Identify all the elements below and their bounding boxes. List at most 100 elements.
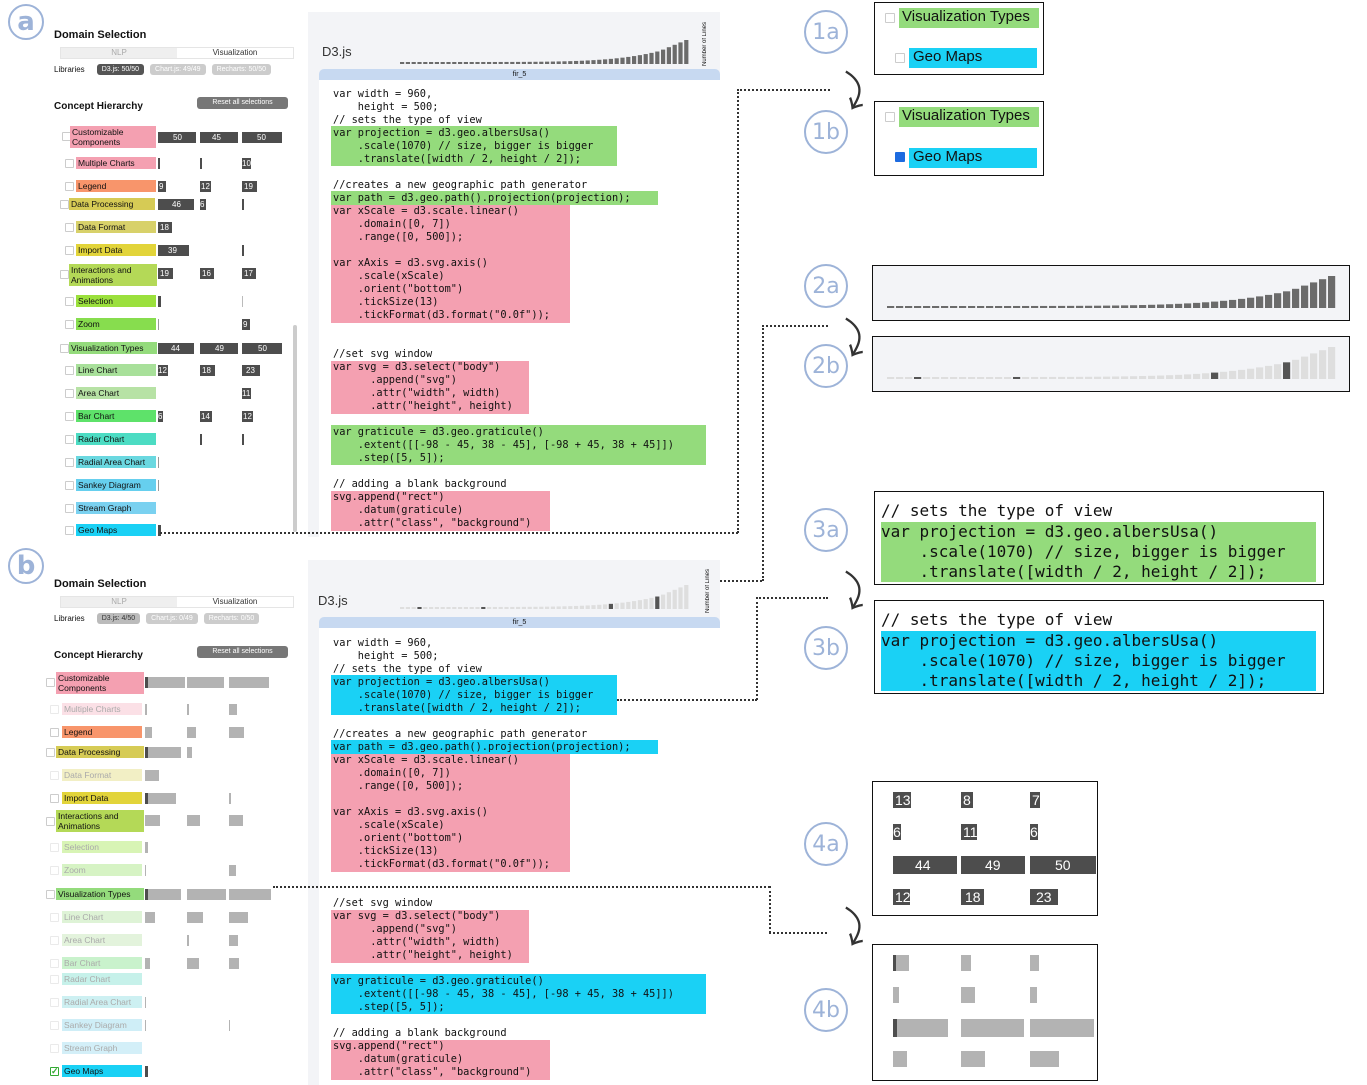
concept-radial-area-chart[interactable]: Radial Area Chart bbox=[62, 996, 142, 1008]
checkbox-multiple-charts[interactable] bbox=[65, 159, 74, 168]
lib-chartjs-pill[interactable]: Chart.js: 0/49 bbox=[146, 613, 198, 624]
histogram-bar bbox=[1067, 305, 1075, 308]
concept-legend[interactable]: Legend bbox=[62, 726, 142, 738]
concept-stream-graph[interactable]: Stream Graph bbox=[62, 1042, 142, 1054]
checkbox-selection[interactable] bbox=[65, 297, 74, 306]
tab-visualization[interactable]: Visualization bbox=[177, 597, 293, 607]
checkbox-data-format[interactable] bbox=[50, 771, 59, 780]
concept-visualization-types[interactable]: Visualization Types bbox=[56, 888, 144, 900]
checkbox-geo-maps-checked[interactable]: ✓ bbox=[50, 1067, 59, 1076]
lib-recharts-pill[interactable]: Recharts: 0/50 bbox=[203, 613, 260, 624]
checkbox-visualization-types[interactable] bbox=[60, 344, 69, 353]
concept-sankey-diagram[interactable]: Sankey Diagram bbox=[76, 479, 156, 491]
checkbox-checked[interactable] bbox=[895, 152, 905, 162]
checkbox-visualization-types[interactable] bbox=[46, 890, 55, 899]
checkbox-data-processing[interactable] bbox=[60, 200, 69, 209]
concept-interactions-animations[interactable]: Interactions and Animations bbox=[69, 264, 157, 286]
file-tab-a[interactable]: fir_5 bbox=[319, 69, 720, 80]
lib-recharts-pill[interactable]: Recharts: 50/50 bbox=[211, 64, 271, 75]
count-bar bbox=[242, 434, 244, 445]
histogram-bar bbox=[487, 61, 492, 64]
checkbox-radar-chart[interactable] bbox=[65, 435, 74, 444]
concept-customizable-components[interactable]: Customizable Components bbox=[56, 672, 144, 694]
checkbox-legend[interactable] bbox=[65, 182, 74, 191]
lib-chartjs-pill[interactable]: Chart.js: 49/49 bbox=[150, 64, 206, 75]
concept-selection[interactable]: Selection bbox=[76, 295, 156, 307]
concept-sankey-diagram[interactable]: Sankey Diagram bbox=[62, 1019, 142, 1031]
concept-radial-area-chart[interactable]: Radial Area Chart bbox=[76, 456, 156, 468]
checkbox-sankey[interactable] bbox=[65, 481, 74, 490]
match-bar bbox=[893, 955, 896, 971]
histogram-bar bbox=[405, 62, 410, 64]
concept-import-data[interactable]: Import Data bbox=[76, 244, 156, 256]
checkbox-legend[interactable] bbox=[50, 728, 59, 737]
checkbox-customizable[interactable] bbox=[46, 678, 55, 687]
checkbox-import-data[interactable] bbox=[50, 794, 59, 803]
checkbox-radial-area-chart[interactable] bbox=[65, 458, 74, 467]
concept-zoom[interactable]: Zoom bbox=[76, 318, 156, 330]
concept-data-format[interactable]: Data Format bbox=[62, 769, 142, 781]
concept-radar-chart[interactable]: Radar Chart bbox=[76, 433, 156, 445]
concept-data-processing[interactable]: Data Processing bbox=[69, 198, 155, 210]
concept-geo-maps[interactable]: Geo Maps bbox=[62, 1065, 142, 1077]
checkbox-interactions[interactable] bbox=[60, 270, 69, 279]
checkbox-sankey[interactable] bbox=[50, 1021, 59, 1030]
tab-visualization[interactable]: Visualization bbox=[177, 48, 293, 58]
checkbox-line-chart[interactable] bbox=[65, 366, 74, 375]
concept-multiple-charts[interactable]: Multiple Charts bbox=[62, 703, 142, 715]
concept-radar-chart[interactable]: Radar Chart bbox=[62, 973, 142, 985]
checkbox-stream-graph[interactable] bbox=[65, 504, 74, 513]
concept-line-chart[interactable]: Line Chart bbox=[62, 911, 142, 923]
checkbox-bar-chart[interactable] bbox=[50, 959, 59, 968]
concept-data-format[interactable]: Data Format bbox=[76, 221, 156, 233]
checkbox[interactable] bbox=[885, 13, 895, 23]
concept-interactions-animations[interactable]: Interactions and Animations bbox=[56, 810, 144, 832]
concept-bar-chart[interactable]: Bar Chart bbox=[76, 410, 156, 422]
concept-area-chart[interactable]: Area Chart bbox=[76, 387, 156, 399]
concept-customizable-components[interactable]: Customizable Components bbox=[70, 126, 156, 148]
concept-selection[interactable]: Selection bbox=[62, 841, 142, 853]
checkbox[interactable] bbox=[885, 112, 895, 122]
checkbox-bar-chart[interactable] bbox=[65, 412, 74, 421]
reset-selections-button[interactable]: Reset all selections bbox=[197, 646, 288, 658]
concept-zoom[interactable]: Zoom bbox=[62, 864, 142, 876]
concept-bar-chart[interactable]: Bar Chart bbox=[62, 957, 142, 969]
scrollbar[interactable] bbox=[293, 325, 297, 532]
checkbox-multiple-charts[interactable] bbox=[50, 705, 59, 714]
histogram-bar bbox=[434, 606, 439, 609]
checkbox-geo-maps[interactable] bbox=[65, 526, 74, 535]
concept-geo-maps[interactable]: Geo Maps bbox=[76, 524, 156, 536]
concept-visualization-types[interactable]: Visualization Types bbox=[69, 342, 157, 354]
histogram-bar bbox=[632, 601, 637, 609]
checkbox-zoom[interactable] bbox=[50, 866, 59, 875]
concept-import-data[interactable]: Import Data bbox=[62, 792, 142, 804]
checkbox-area-chart[interactable] bbox=[50, 936, 59, 945]
checkbox-interactions[interactable] bbox=[46, 817, 55, 826]
concept-data-processing[interactable]: Data Processing bbox=[56, 746, 144, 758]
tab-nlp[interactable]: NLP bbox=[61, 597, 177, 607]
checkbox-stream-graph[interactable] bbox=[50, 1044, 59, 1053]
checkbox[interactable] bbox=[895, 53, 905, 63]
reset-selections-button[interactable]: Reset all selections bbox=[197, 97, 288, 109]
lib-d3-pill[interactable]: D3.js: 4/50 bbox=[96, 613, 141, 624]
checkbox-radial-area-chart[interactable] bbox=[50, 998, 59, 1007]
checkbox-import-data[interactable] bbox=[65, 246, 74, 255]
checkbox-data-format[interactable] bbox=[65, 223, 74, 232]
concept-multiple-charts[interactable]: Multiple Charts bbox=[76, 157, 156, 169]
concept-line-chart[interactable]: Line Chart bbox=[76, 364, 156, 376]
checkbox-data-processing[interactable] bbox=[46, 748, 55, 757]
concept-legend[interactable]: Legend bbox=[76, 180, 156, 192]
file-tab-b[interactable]: fir_5 bbox=[319, 617, 720, 628]
tab-nlp[interactable]: NLP bbox=[61, 48, 177, 58]
checkbox-selection[interactable] bbox=[50, 843, 59, 852]
histogram-bar bbox=[1319, 279, 1327, 308]
checkbox-zoom[interactable] bbox=[65, 320, 74, 329]
checkbox-line-chart[interactable] bbox=[50, 913, 59, 922]
lib-d3-pill[interactable]: D3.js: 50/50 bbox=[96, 64, 145, 75]
concept-area-chart[interactable]: Area Chart bbox=[62, 934, 142, 946]
histogram-bar bbox=[655, 596, 660, 609]
concept-stream-graph[interactable]: Stream Graph bbox=[76, 502, 156, 514]
checkbox-area-chart[interactable] bbox=[65, 389, 74, 398]
checkbox-radar-chart[interactable] bbox=[50, 975, 59, 984]
histogram-bar bbox=[887, 306, 895, 308]
